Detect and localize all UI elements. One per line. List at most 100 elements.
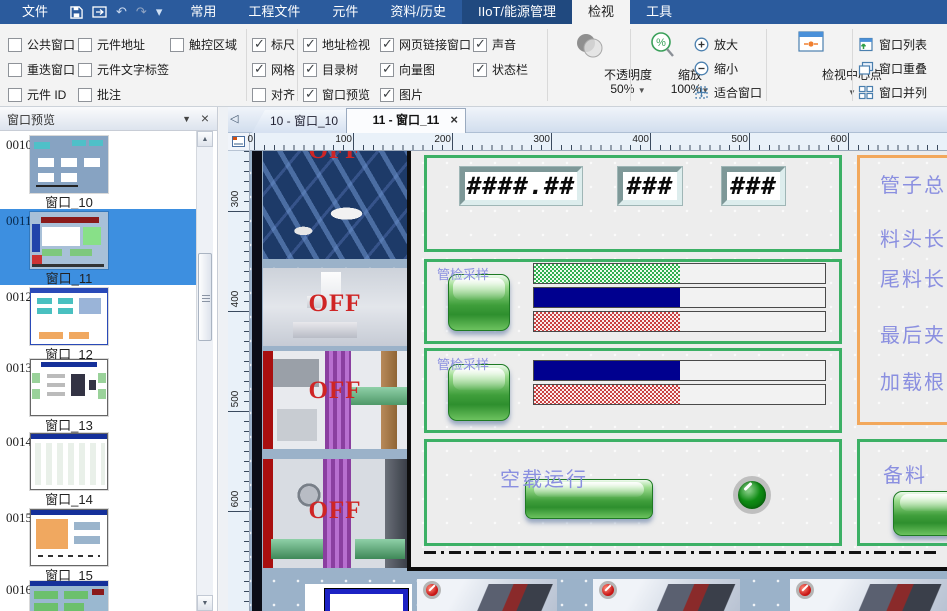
window-number: 0014 [6,434,32,450]
zoom-ratio-button[interactable]: % 缩放 100%▼ [634,24,690,106]
checkbox-sound[interactable]: 声音 [473,36,528,53]
numeric-display-3[interactable]: ### [722,167,785,205]
panel-splitter[interactable] [219,107,228,611]
checkbox-box [303,38,317,52]
window-thumbnail[interactable] [30,359,108,416]
tab-data-history[interactable]: 资料/历史 [374,0,462,24]
checkbox-label: 批注 [97,86,121,103]
window-thumbnail[interactable] [30,509,108,566]
window-cascade-label: 窗口重叠 [879,60,927,77]
hmi-main-panel[interactable]: ####.## ### ### 管检采样 管检采样 [407,151,947,571]
param-label-last-clamp: 最后夹 [880,319,946,348]
ruler-mark: 400 [619,134,649,145]
undo-icon[interactable]: ↶ [116,0,127,24]
view-center-button[interactable]: 检视中心点 ▼ [768,24,852,106]
window-item-16[interactable]: 0016 [0,578,196,611]
numeric-display-1[interactable]: ####.## [460,167,582,205]
scroll-down-icon[interactable]: ▼ [197,595,213,611]
quick-access-toolbar: ↶ ↷ ▾ [68,0,174,24]
tab-view[interactable]: 检视 [572,0,630,24]
checkbox-public-window[interactable]: 公共窗口 [8,36,75,53]
blue-frame-object[interactable] [325,589,408,611]
checkbox-object-id[interactable]: 元件 ID [8,86,75,103]
tab-iiot-energy[interactable]: IIoT/能源管理 [462,0,572,24]
ready-button[interactable] [893,491,947,536]
zoom-in-button[interactable]: 放大 [694,34,738,54]
checkbox-vector-graphics[interactable]: 向量图 [380,61,471,78]
panel-menu-icon[interactable]: ▼ [182,114,191,124]
red-indicator-led[interactable] [796,581,814,599]
checkbox-picture[interactable]: 图片 [380,86,471,103]
window-item-11[interactable]: 0011 窗口_11 [0,209,196,285]
red-indicator-led[interactable] [599,581,617,599]
window-thumbnail[interactable] [30,288,108,345]
machine-photo-4[interactable]: OFF [263,459,407,568]
window-thumbnail[interactable] [30,136,108,193]
checkbox-grid[interactable]: 网格 [252,61,295,78]
checkbox-snap[interactable]: 对齐 [252,86,295,103]
window-item-13[interactable]: 0013 窗口_13 [0,356,196,432]
machine-photo-2[interactable]: OFF [263,268,407,346]
checkbox-box [380,88,394,102]
window-list-button[interactable]: 窗口列表 [858,34,927,54]
checkbox-overlay-window[interactable]: 重迭窗口 [8,61,75,78]
window-thumbnail[interactable] [30,581,108,611]
bottom-machine-photo-2[interactable] [593,579,740,611]
panel-close-icon[interactable]: × [201,110,209,126]
window-item-14[interactable]: 0014 窗口_14 [0,430,196,506]
horizontal-ruler: 0 100 200 300 400 500 600 [250,133,947,151]
checkbox-web-link-window[interactable]: 网页链接窗口 [380,36,471,53]
export-window-icon[interactable] [92,6,107,18]
checkbox-comment[interactable]: 批注 [78,86,169,103]
tab-scroll-left-icon[interactable]: ◁ [230,112,238,125]
window-item-10[interactable]: 0010 窗口_10 [0,133,196,209]
checkbox-object-text-label[interactable]: 元件文字标签 [78,61,169,78]
machine-photo-1[interactable]: OFF [263,151,407,259]
checkbox-touch-area[interactable]: 触控区域 [170,36,237,53]
idle-run-label: 空载运行 [500,463,588,492]
zoom-out-button[interactable]: 缩小 [694,58,738,78]
window-tile-button[interactable]: 窗口并列 [858,82,927,102]
window-item-12[interactable]: 0012 窗口_12 [0,285,196,361]
bottom-machine-photo-3[interactable] [790,579,947,611]
checkbox-address-view[interactable]: 地址检视 [303,36,370,53]
ready-label: 备料 [883,459,927,488]
tab-project-file[interactable]: 工程文件 [232,0,316,24]
checkbox-box [170,38,184,52]
fit-window-button[interactable]: 适合窗口 [694,82,762,102]
red-indicator-led[interactable] [423,581,441,599]
scroll-up-icon[interactable]: ▲ [197,131,213,147]
toolbar-options-icon[interactable]: ▾ [156,0,163,24]
window-tile-label: 窗口并列 [879,84,927,101]
checkbox-object-address[interactable]: 元件地址 [78,36,169,53]
checkbox-status-bar[interactable]: 状态栏 [473,61,528,78]
opacity-button[interactable]: 不透明度 50% ▼ [550,24,628,106]
window-item-15[interactable]: 0015 窗口_15 [0,506,196,582]
document-tab-window-10[interactable]: 10 - 窗口_10 [252,110,346,133]
document-tab-window-11[interactable]: 11 - 窗口_11 × [346,108,466,133]
checkbox-window-preview[interactable]: 窗口预览 [303,86,370,103]
window-cascade-button[interactable]: 窗口重叠 [858,58,927,78]
numeric-display-2[interactable]: ### [618,167,682,205]
tab-tools[interactable]: 工具 [630,0,688,24]
tab-home[interactable]: 常用 [174,0,232,24]
window-thumbnail[interactable] [30,212,108,269]
checkbox-ruler[interactable]: 标尺 [252,36,295,53]
checkbox-box [473,38,487,52]
file-menu[interactable]: 文件 [0,0,68,24]
save-icon[interactable] [70,6,83,19]
bottom-machine-photo-1[interactable] [417,579,557,611]
sidebar-scrollbar[interactable]: ▲ ▼ [196,131,213,611]
tab-object[interactable]: 元件 [316,0,374,24]
checkbox-box [252,63,266,77]
checkbox-label: 元件文字标签 [97,61,169,78]
checkbox-directory-tree[interactable]: 目录树 [303,61,370,78]
window-thumbnail[interactable] [30,433,108,490]
scrollbar-thumb[interactable] [198,253,212,341]
machine-photo-3[interactable]: OFF [263,351,407,449]
design-canvas[interactable]: OFF OFF OFF OFF ####.## ### ### [250,151,947,611]
off-state-label: OFF [309,377,362,405]
redo-icon[interactable]: ↷ [136,0,147,24]
green-indicator-led[interactable] [733,476,771,514]
tab-close-icon[interactable]: × [450,109,458,131]
